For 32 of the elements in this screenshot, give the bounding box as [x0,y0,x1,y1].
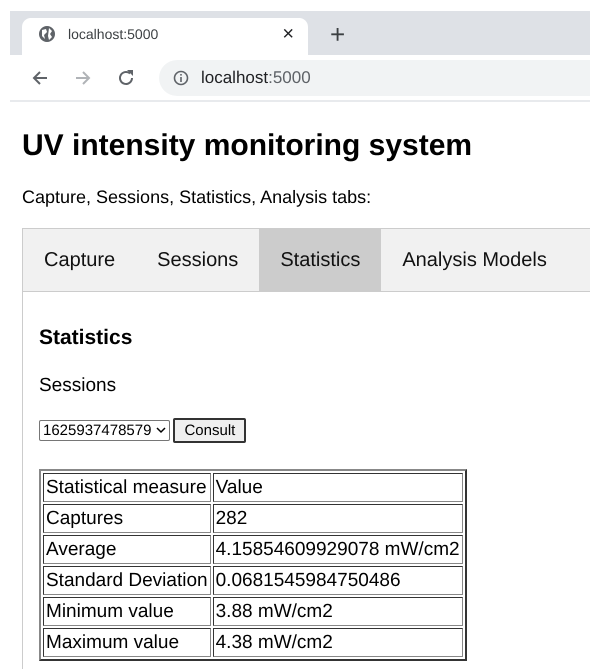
address-bar[interactable]: localhost:5000 [159,60,590,96]
table-cell: 4.38 mW/cm2 [212,628,463,657]
browser-tab[interactable]: localhost:5000 × [22,18,308,55]
tab-title: localhost:5000 [68,26,160,42]
subtitle-text: Capture, Sessions, Statistics, Analysis tabs: [22,187,372,208]
sessions-label: Sessions [39,375,118,397]
section-title: Statistics [39,326,134,350]
table-cell: Captures [43,504,211,533]
reload-icon[interactable] [116,68,136,88]
table-cell: 282 [212,504,463,533]
table-cell: 3.88 mW/cm2 [212,597,463,626]
tab[interactable]: Statistics [259,229,382,291]
consult-button[interactable]: Consult [173,418,246,443]
table-cell: 0.0681545984750486 [212,566,463,595]
url-text: localhost:5000 [201,68,311,88]
table-cell: Maximum value [43,628,211,657]
close-icon[interactable]: × [282,24,294,44]
table-cell: Average [43,535,211,564]
table-cell: Minimum value [43,597,211,626]
new-tab-button[interactable]: + [330,21,346,47]
column-header: Statistical measure [43,473,211,502]
tab[interactable]: Capture [23,229,136,291]
session-select[interactable]: 1625937478579 [39,420,170,441]
tab[interactable]: Analysis Models [381,229,568,291]
table-cell: Standard Deviation [43,566,211,595]
info-icon [173,70,189,86]
page-heading: UV intensity monitoring system [22,129,474,163]
table-cell: 4.15854609929078 mW/cm2 [212,535,463,564]
column-header: Value [212,473,463,502]
globe-icon [38,24,56,42]
tab[interactable]: Sessions [136,229,260,291]
chevron-icon [156,427,166,434]
